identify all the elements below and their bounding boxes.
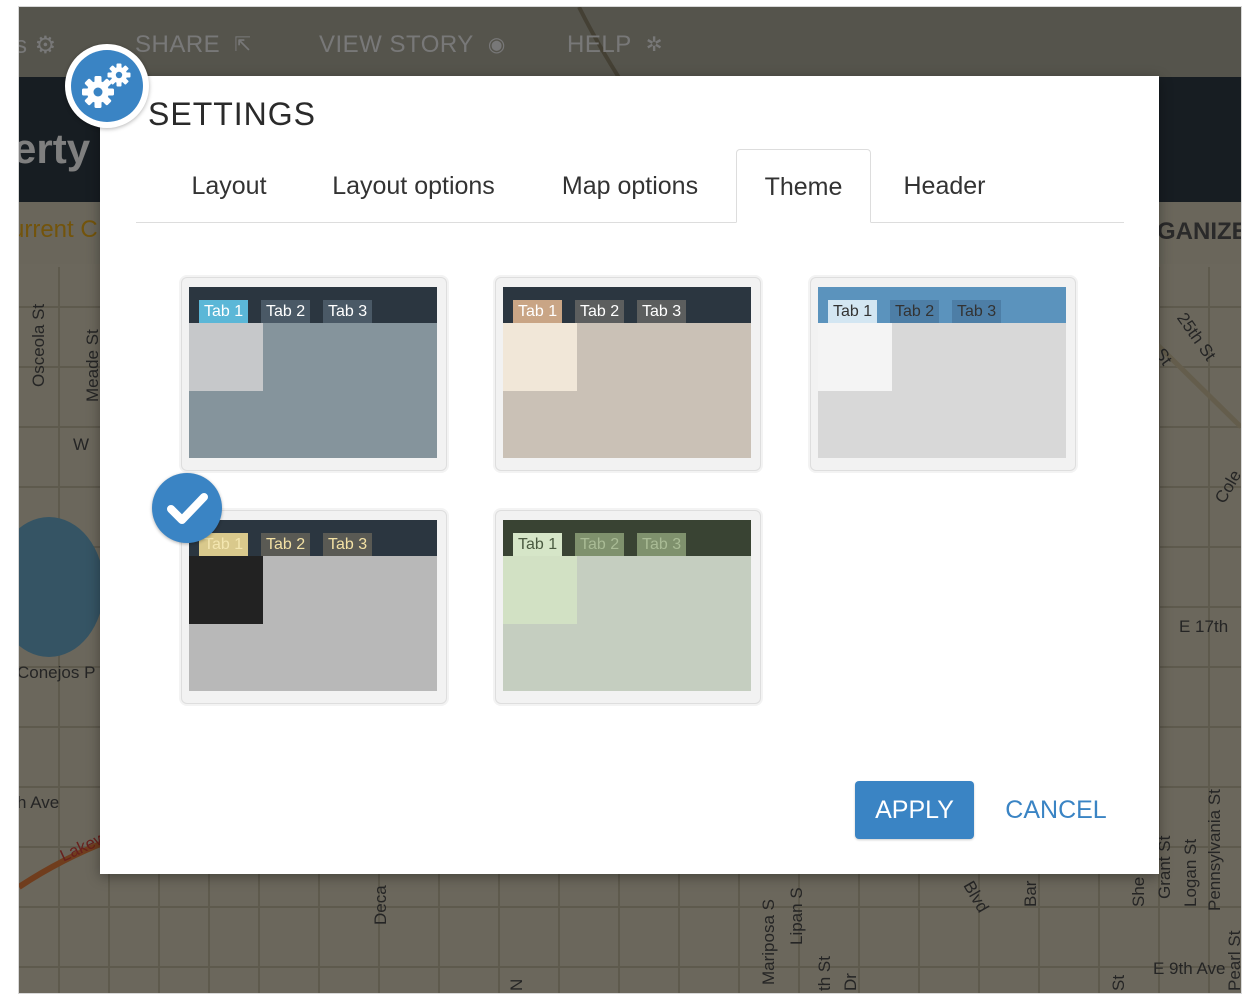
tab-header[interactable]: Header <box>881 149 1008 221</box>
preview-tab: Tab 1 <box>828 300 878 323</box>
settings-tabs: Layout Layout options Map options Theme … <box>136 149 1124 223</box>
preview-tab: Tab 1 <box>513 533 563 556</box>
theme-card[interactable]: Tab 1 Tab 2 Tab 3 <box>495 277 761 471</box>
preview-tab: Tab 3 <box>323 300 373 323</box>
dialog-title: SETTINGS <box>148 96 317 132</box>
preview-tab: Tab 1 <box>513 300 563 323</box>
preview-tab: Tab 2 <box>890 300 940 323</box>
preview-tab: Tab 2 <box>261 533 311 556</box>
preview-tab: Tab 2 <box>575 300 625 323</box>
preview-tab: Tab 3 <box>952 300 1002 323</box>
preview-tab: Tab 2 <box>575 533 625 556</box>
selected-check-icon <box>152 473 222 543</box>
tab-map-options[interactable]: Map options <box>534 149 726 221</box>
tab-layout-options[interactable]: Layout options <box>306 149 521 221</box>
theme-card[interactable]: Tab 1 Tab 2 Tab 3 <box>495 510 761 704</box>
theme-preview: Tab 1 Tab 2 Tab 3 <box>189 520 437 691</box>
tab-theme[interactable]: Theme <box>736 149 871 223</box>
settings-dialog-icon <box>65 44 149 128</box>
preview-tab: Tab 3 <box>323 533 373 556</box>
cancel-button[interactable]: CANCEL <box>992 781 1120 839</box>
theme-card[interactable]: Tab 1 Tab 2 Tab 3 <box>810 277 1076 471</box>
tab-layout[interactable]: Layout <box>161 149 297 221</box>
theme-preview: Tab 1 Tab 2 Tab 3 <box>818 287 1066 458</box>
preview-tab: Tab 3 <box>637 533 687 556</box>
gears-icon <box>82 63 131 108</box>
apply-button[interactable]: APPLY <box>855 781 974 839</box>
preview-tab: Tab 1 <box>199 300 249 323</box>
preview-tab: Tab 2 <box>261 300 311 323</box>
theme-preview: Tab 1 Tab 2 Tab 3 <box>503 520 751 691</box>
preview-tab: Tab 3 <box>637 300 687 323</box>
theme-preview: Tab 1 Tab 2 Tab 3 <box>189 287 437 458</box>
theme-preview: Tab 1 Tab 2 Tab 3 <box>503 287 751 458</box>
theme-card[interactable]: Tab 1 Tab 2 Tab 3 <box>181 277 447 471</box>
